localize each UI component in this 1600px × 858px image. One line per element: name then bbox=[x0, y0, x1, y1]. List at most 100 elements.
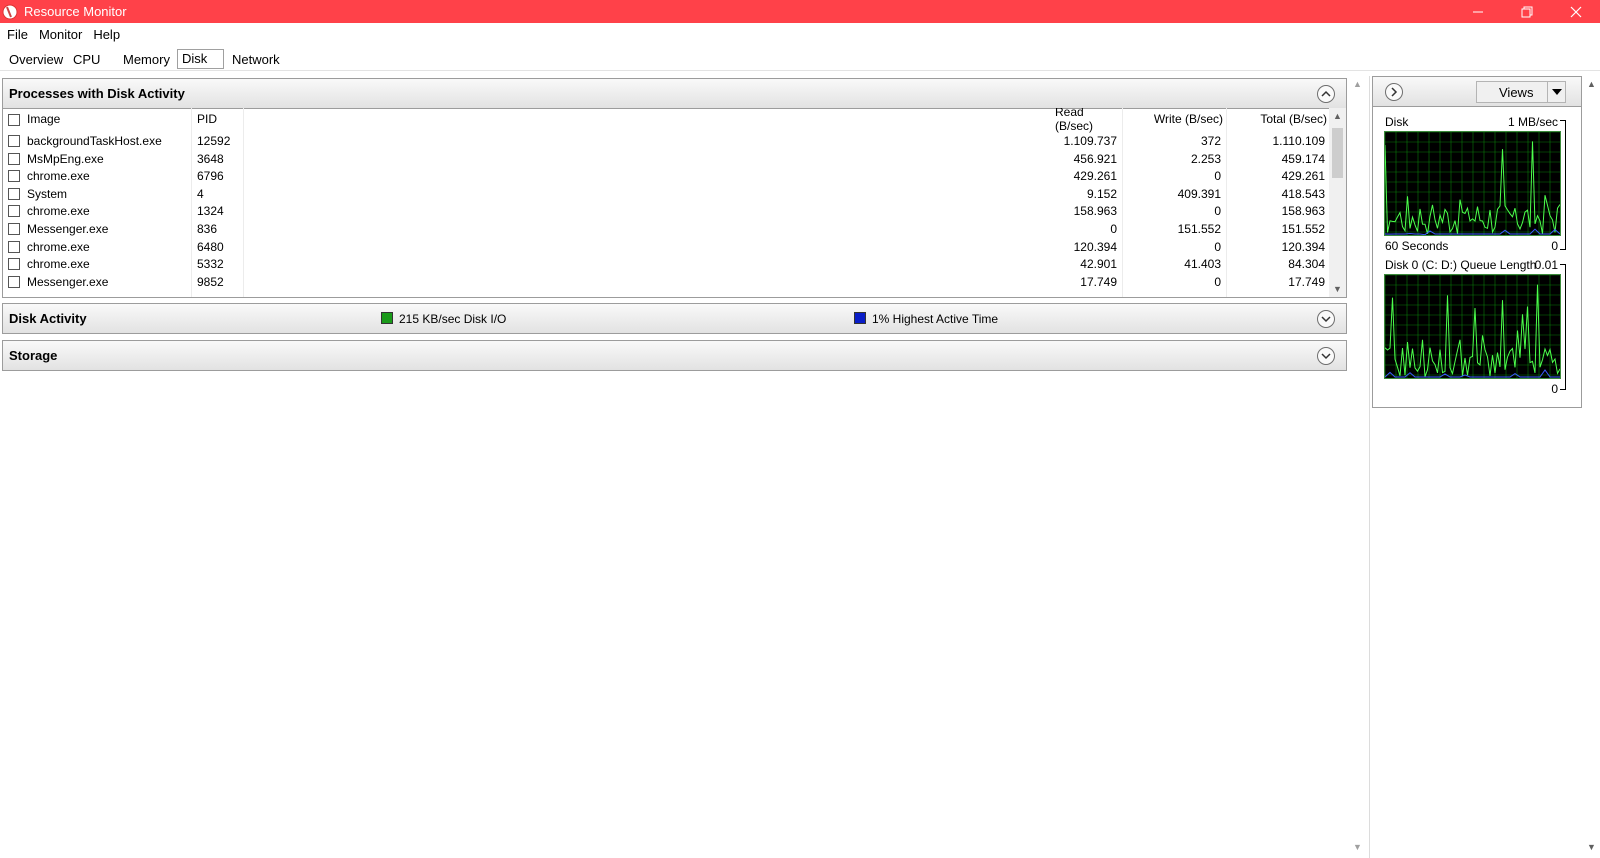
disk-graph-title: Disk bbox=[1385, 115, 1409, 129]
scroll-down-icon[interactable]: ▼ bbox=[1587, 842, 1596, 852]
column-header-total[interactable]: Total (B/sec) bbox=[1243, 108, 1327, 130]
cell-pid: 1324 bbox=[197, 204, 224, 219]
close-icon bbox=[1570, 6, 1581, 17]
cell-pid: 6796 bbox=[197, 169, 224, 184]
close-button[interactable] bbox=[1551, 0, 1600, 23]
disk-activity-section-header[interactable]: Disk Activity 215 KB/sec Disk I/O 1% Hig… bbox=[2, 303, 1347, 334]
column-header-image[interactable]: Image bbox=[27, 108, 60, 130]
chevron-up-icon bbox=[1321, 90, 1331, 97]
cell-write: 0 bbox=[1214, 274, 1221, 289]
title-bar: Resource Monitor bbox=[0, 0, 1600, 23]
column-header-pid[interactable]: PID bbox=[197, 108, 217, 130]
queue-graph-min: 0 bbox=[1551, 382, 1558, 396]
table-row[interactable]: chrome.exe 6796 429.261 0 429.261 bbox=[3, 167, 1329, 185]
main-scrollbar[interactable]: ▲ ▼ bbox=[1349, 76, 1366, 858]
disk-graph bbox=[1384, 131, 1561, 236]
menu-monitor[interactable]: Monitor bbox=[39, 27, 82, 42]
cell-write: 41.403 bbox=[1184, 257, 1221, 272]
cell-write: 0 bbox=[1214, 239, 1221, 254]
cell-total: 120.394 bbox=[1281, 239, 1325, 254]
expand-storage-button[interactable] bbox=[1317, 347, 1335, 365]
storage-section-header[interactable]: Storage bbox=[2, 340, 1347, 371]
dropdown-arrow-icon bbox=[1551, 89, 1562, 95]
menu-help[interactable]: Help bbox=[93, 27, 120, 42]
tab-memory[interactable]: Memory bbox=[123, 50, 170, 69]
select-all-checkbox[interactable] bbox=[8, 114, 20, 126]
views-button[interactable]: Views bbox=[1476, 81, 1566, 103]
resource-monitor-app-icon bbox=[2, 4, 18, 19]
minimize-button[interactable] bbox=[1453, 0, 1502, 23]
collapse-side-panel-button[interactable] bbox=[1385, 83, 1403, 101]
row-checkbox[interactable] bbox=[8, 258, 20, 271]
side-panel-scrollbar[interactable]: ▲ ▼ bbox=[1583, 76, 1600, 858]
processes-section-header[interactable]: Processes with Disk Activity bbox=[2, 78, 1347, 109]
cell-total: 17.749 bbox=[1288, 274, 1325, 289]
cell-total: 459.174 bbox=[1281, 151, 1325, 166]
tab-overview[interactable]: Overview bbox=[9, 50, 63, 69]
column-header-write[interactable]: Write (B/sec) bbox=[1143, 108, 1223, 130]
table-row[interactable]: System 4 9.152 409.391 418.543 bbox=[3, 185, 1329, 203]
cell-read: 17.749 bbox=[1080, 274, 1117, 289]
cell-pid: 5332 bbox=[197, 257, 224, 272]
row-checkbox[interactable] bbox=[8, 152, 20, 165]
cell-read: 456.921 bbox=[1073, 151, 1117, 166]
cell-pid: 9852 bbox=[197, 274, 224, 289]
table-row[interactable]: backgroundTaskHost.exe 12592 1.109.737 372 1… bbox=[3, 132, 1329, 150]
expand-disk-activity-button[interactable] bbox=[1317, 310, 1335, 328]
cell-total: 158.963 bbox=[1281, 204, 1325, 219]
table-row[interactable]: Messenger.exe 836 0 151.552 151.552 bbox=[3, 220, 1329, 238]
column-header-read[interactable]: Read (B/sec) bbox=[1055, 108, 1119, 133]
processes-scrollbar[interactable]: ▲ ▼ bbox=[1329, 108, 1346, 297]
disk-io-legend-swatch bbox=[381, 312, 393, 324]
cell-read: 429.261 bbox=[1073, 169, 1117, 184]
scroll-up-icon[interactable]: ▲ bbox=[1587, 79, 1596, 89]
scrollbar-thumb[interactable] bbox=[1332, 128, 1343, 178]
menu-bar: File Monitor Help bbox=[0, 23, 1600, 45]
disk-activity-title: Disk Activity bbox=[9, 311, 87, 326]
views-dropdown-button[interactable] bbox=[1547, 82, 1565, 102]
tab-cpu[interactable]: CPU bbox=[73, 50, 100, 69]
table-row[interactable]: chrome.exe 6480 120.394 0 120.394 bbox=[3, 238, 1329, 256]
row-checkbox[interactable] bbox=[8, 135, 20, 147]
row-checkbox[interactable] bbox=[8, 275, 20, 288]
row-checkbox[interactable] bbox=[8, 170, 20, 183]
scroll-down-icon[interactable]: ▼ bbox=[1333, 284, 1342, 294]
row-checkbox[interactable] bbox=[8, 187, 20, 200]
cell-write: 0 bbox=[1214, 204, 1221, 219]
cell-write: 2.253 bbox=[1190, 151, 1221, 166]
disk-graph-time-span: 60 Seconds bbox=[1385, 239, 1449, 253]
main-content-pane: Processes with Disk Activity Image PID R… bbox=[0, 76, 1370, 858]
menu-file[interactable]: File bbox=[7, 27, 28, 42]
cell-total: 1.110.109 bbox=[1272, 134, 1326, 148]
restore-button[interactable] bbox=[1502, 0, 1551, 23]
scroll-up-icon[interactable]: ▲ bbox=[1333, 111, 1342, 121]
row-checkbox[interactable] bbox=[8, 240, 20, 253]
scroll-down-icon[interactable]: ▼ bbox=[1353, 842, 1362, 852]
processes-table: Image PID Read (B/sec) Write (B/sec) Tot… bbox=[2, 108, 1347, 298]
table-row[interactable]: chrome.exe 1324 158.963 0 158.963 bbox=[3, 202, 1329, 220]
cell-total: 84.304 bbox=[1288, 257, 1325, 272]
table-row[interactable]: Messenger.exe 9852 17.749 0 17.749 bbox=[3, 273, 1329, 291]
table-row[interactable]: MsMpEng.exe 3648 456.921 2.253 459.174 bbox=[3, 150, 1329, 168]
active-time-label: 1% Highest Active Time bbox=[872, 312, 999, 326]
tab-network[interactable]: Network bbox=[232, 50, 280, 69]
minimize-icon bbox=[1472, 11, 1483, 12]
queue-graph-max: 0.01 bbox=[1534, 258, 1558, 272]
scroll-up-icon[interactable]: ▲ bbox=[1353, 79, 1362, 89]
cell-write: 151.552 bbox=[1177, 222, 1221, 236]
cell-read: 9.152 bbox=[1086, 186, 1117, 201]
collapse-processes-button[interactable] bbox=[1317, 85, 1335, 103]
cell-pid: 836 bbox=[197, 222, 218, 236]
cell-image: System bbox=[27, 186, 68, 201]
window-title: Resource Monitor bbox=[24, 4, 127, 19]
table-row[interactable]: chrome.exe 5332 42.901 41.403 84.304 bbox=[3, 255, 1329, 273]
cell-read: 158.963 bbox=[1073, 204, 1117, 219]
processes-section-title: Processes with Disk Activity bbox=[9, 86, 185, 101]
disk-graph-max: 1 MB/sec bbox=[1507, 115, 1558, 129]
cell-image: chrome.exe bbox=[27, 239, 90, 254]
cell-pid: 12592 bbox=[197, 134, 231, 148]
cell-write: 0 bbox=[1214, 169, 1221, 184]
tab-disk[interactable]: Disk bbox=[177, 49, 224, 69]
row-checkbox[interactable] bbox=[8, 223, 20, 235]
row-checkbox[interactable] bbox=[8, 205, 20, 218]
